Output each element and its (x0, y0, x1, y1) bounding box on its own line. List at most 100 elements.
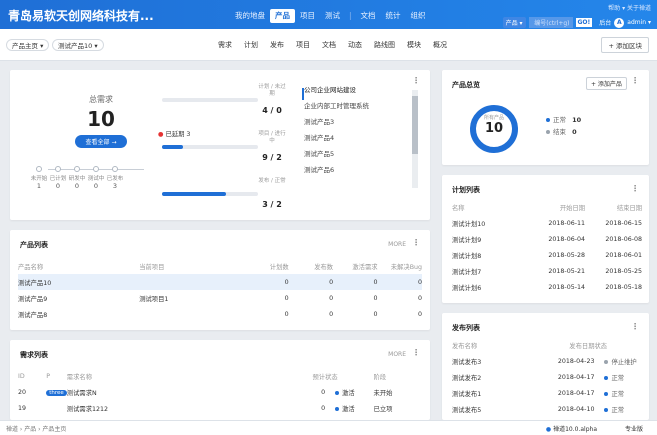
warning-icon: ● (158, 131, 164, 138)
table-cell: 已立项 (373, 405, 393, 413)
more-link[interactable]: MORE (388, 241, 406, 248)
ring-label: 所有产品 (483, 115, 504, 121)
table-cell: 正常 (594, 401, 642, 417)
add-block-button[interactable]: + 添加区块 (601, 37, 649, 53)
subnav-item-1[interactable]: 计划 (238, 39, 264, 51)
plan-row[interactable]: 测试计划10 2018-06-11 2018-06-15 (452, 215, 642, 231)
table-cell: 测试项目1 (139, 295, 169, 303)
plan-table: 名称 开始日期 结束日期 测试计划10 2018-06-11 2018-06-15 测试计划… (452, 199, 642, 295)
column-header: 发布名称 (452, 342, 478, 350)
search-input[interactable]: 编号(ctrl+g) (528, 17, 573, 28)
product-overview-card: 产品总览 + 添加产品 ⋮ 所有产品 10 正常 10 结束 0 (442, 70, 649, 165)
table-cell: 测试产品9 (18, 295, 48, 303)
table-cell: 2018-04-17 (557, 373, 595, 381)
project-item[interactable]: 公司企业网站建设 (304, 82, 414, 98)
table-cell: 19 (18, 404, 27, 412)
version-label[interactable]: ● 禅道10.0.alpha (546, 424, 597, 433)
product-table: 产品名称 当前项目 计划数 发布数 激活需求 未解决Bug 测试产品10 0 0 0 0 测试产品9 测… (18, 258, 422, 322)
table-cell: 2018-05-28 (548, 251, 585, 259)
status-dot (335, 406, 340, 411)
subnav-item-2[interactable]: 发布 (264, 39, 290, 51)
card-menu-icon[interactable]: ⋮ (412, 348, 420, 357)
table-cell: 0 (417, 294, 422, 302)
plan-row[interactable]: 测试计划9 2018-06-04 2018-06-08 (452, 231, 642, 247)
card-menu-icon[interactable]: ⋮ (412, 76, 420, 85)
product-list-card: 产品列表 MORE ⋮ 产品名称 当前项目 计划数 发布数 激活需求 未解决Bug 测试产品… (10, 230, 430, 330)
nav-item-3[interactable]: 测试 (320, 9, 345, 23)
add-product-button[interactable]: + 添加产品 (586, 77, 627, 90)
status-text: 正常 (611, 390, 625, 398)
table-cell: 2018-06-04 (548, 235, 585, 243)
avatar[interactable]: A (614, 17, 625, 28)
table-cell: 2018-05-14 (548, 283, 585, 291)
table-cell: 停止维护 (594, 353, 642, 369)
table-cell: 正常 (594, 385, 642, 401)
search-type-select[interactable]: 产品 ▾ (502, 17, 526, 28)
column-header: 发布日期 (569, 342, 595, 350)
card-title: 计划列表 (452, 186, 480, 194)
subnav-item-8[interactable]: 概况 (427, 39, 453, 51)
stage-dot (93, 166, 99, 172)
project-item[interactable]: 企业内部工时管理系统 (304, 98, 414, 114)
product-row[interactable]: 测试产品10 0 0 0 0 (18, 274, 422, 290)
view-all-button[interactable]: 查看全部 → (75, 135, 127, 148)
release-row[interactable]: 测试发布2 2018-04-17 正常 (452, 369, 642, 385)
story-row[interactable]: 19 测试需求1212 0 激活 已立项 (18, 400, 422, 416)
card-menu-icon[interactable]: ⋮ (631, 322, 639, 331)
plan-row[interactable]: 测试计划7 2018-05-21 2018-05-25 (452, 263, 642, 279)
project-item[interactable]: 测试产品5 (304, 146, 414, 162)
project-item[interactable]: 测试产品6 (304, 162, 414, 178)
column-header: 发布数 (314, 263, 334, 271)
nav-item-4[interactable]: 文档 (356, 9, 381, 23)
column-header: 名称 (452, 204, 465, 212)
more-link[interactable]: MORE (388, 351, 406, 358)
project-item[interactable]: 测试产品4 (304, 130, 414, 146)
nav-item-5[interactable]: 统计 (381, 9, 406, 23)
table-cell: 0 (417, 278, 422, 286)
nav-item-0[interactable]: 我的地盘 (230, 9, 270, 23)
company-name[interactable]: 青岛易软天创网络科技有... (8, 7, 154, 24)
go-button[interactable]: GO! (575, 18, 593, 27)
product-home-dropdown[interactable]: 产品主页 ▾ (6, 39, 50, 51)
progress-label: 发布 / 正常 (258, 178, 286, 184)
nav-item-2[interactable]: 项目 (295, 9, 320, 23)
nav-item-6[interactable]: 组织 (406, 9, 431, 23)
subnav-item-0[interactable]: 需求 (212, 39, 238, 51)
table-cell: 0 (284, 294, 289, 302)
release-row[interactable]: 测试发布1 2018-04-17 正常 (452, 385, 642, 401)
card-menu-icon[interactable]: ⋮ (631, 76, 639, 85)
subnav-item-6[interactable]: 路线图 (368, 39, 401, 51)
product-row[interactable]: 测试产品9 测试项目1 0 0 0 0 (18, 290, 422, 306)
scrollbar[interactable] (412, 90, 418, 188)
table-cell: 测试产品10 (18, 279, 52, 287)
product-switch-dropdown[interactable]: 测试产品10 ▾ (52, 39, 104, 51)
nav-item-1[interactable]: 产品 (270, 9, 295, 23)
card-title: 产品总览 (452, 81, 480, 89)
product-row[interactable]: 测试产品8 0 0 0 0 (18, 306, 422, 322)
subnav-item-5[interactable]: 动态 (342, 39, 368, 51)
table-cell: 0 (329, 278, 334, 286)
subnav-item-4[interactable]: 文档 (316, 39, 342, 51)
user-menu[interactable]: admin ▾ (627, 19, 651, 26)
normal-label: 正常 (553, 116, 566, 124)
backend-link[interactable]: 后台 (599, 18, 611, 27)
project-item[interactable]: 测试产品3 (304, 114, 414, 130)
help-about-links[interactable]: 帮助 ▾ 关于禅道 (503, 3, 651, 12)
card-menu-icon[interactable]: ⋮ (631, 184, 639, 193)
subnav-item-7[interactable]: 模块 (401, 39, 427, 51)
card-menu-icon[interactable]: ⋮ (412, 238, 420, 247)
subnav-item-3[interactable]: 项目 (290, 39, 316, 51)
plan-row[interactable]: 测试计划6 2018-05-14 2018-05-18 (452, 279, 642, 295)
table-cell: 测试需求1212 (66, 405, 109, 413)
story-row[interactable]: 20 three 测试需求N 0 激活 未开始 (18, 384, 422, 400)
table-cell: 0 (321, 388, 326, 396)
column-header: ID (18, 372, 25, 380)
card-title: 需求列表 (20, 351, 48, 359)
plan-row[interactable]: 测试计划8 2018-05-28 2018-06-01 (452, 247, 642, 263)
release-row[interactable]: 测试发布5 2018-04-10 正常 (452, 401, 642, 417)
footer-breadcrumb[interactable]: 禅道 › 产品 › 产品主页 (6, 424, 66, 433)
stage-value: 3 (112, 182, 118, 190)
total-stories-value: 10 (87, 107, 115, 131)
status-text: 停止维护 (611, 358, 637, 366)
release-row[interactable]: 测试发布3 2018-04-23 停止维护 (452, 353, 642, 369)
